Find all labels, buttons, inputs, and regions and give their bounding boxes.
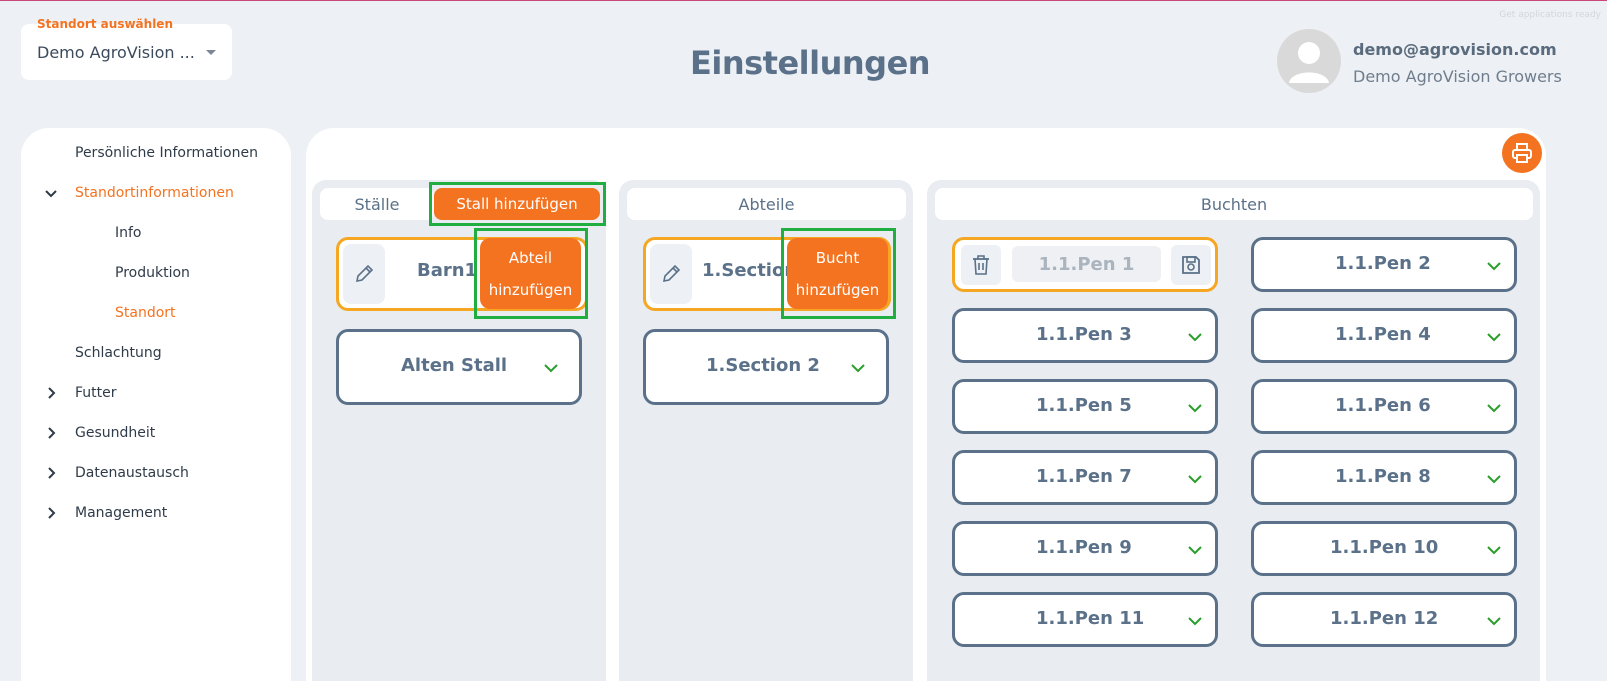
sidebar-item-site-info[interactable]: Standortinformationen xyxy=(75,185,234,201)
pen-card[interactable]: 1.1.Pen 12 xyxy=(1251,592,1517,647)
pen-card[interactable]: 1.1.Pen 6 xyxy=(1251,379,1517,434)
chevron-right-icon[interactable] xyxy=(44,506,58,520)
location-selector-label: Standort auswählen xyxy=(37,17,173,31)
add-section-label-line2: hinzufügen xyxy=(488,280,573,299)
pen-name: 1.1.Pen 6 xyxy=(1335,395,1431,416)
add-section-button[interactable]: Abteil hinzufügen xyxy=(480,238,581,309)
sidebar-item-slaughter[interactable]: Schlachtung xyxy=(75,345,162,361)
chevron-down-icon[interactable] xyxy=(544,363,558,373)
sidebar-item-info[interactable]: Info xyxy=(115,225,142,241)
chevron-down-icon[interactable] xyxy=(1487,474,1501,484)
avatar[interactable] xyxy=(1277,29,1341,93)
sidebar-item-location[interactable]: Standort xyxy=(115,305,176,321)
pen-name-input[interactable]: 1.1.Pen 1 xyxy=(1012,246,1161,282)
user-organization: Demo AgroVision Growers xyxy=(1353,67,1562,86)
add-pen-label-line2: hinzufügen xyxy=(795,280,880,299)
pen-card[interactable]: 1.1.Pen 7 xyxy=(952,450,1218,505)
sidebar-item-production[interactable]: Produktion xyxy=(115,265,190,281)
caret-down-icon[interactable] xyxy=(206,50,216,55)
pen-card-editing[interactable]: 1.1.Pen 1 xyxy=(952,237,1218,292)
chevron-down-icon[interactable] xyxy=(1188,332,1202,342)
chevron-down-icon[interactable] xyxy=(44,187,58,201)
sidebar xyxy=(21,128,291,681)
pen-card[interactable]: 1.1.Pen 5 xyxy=(952,379,1218,434)
save-button[interactable] xyxy=(1171,245,1211,285)
chevron-right-icon[interactable] xyxy=(44,466,58,480)
sidebar-item-health[interactable]: Gesundheit xyxy=(75,425,155,441)
sidebar-item-management[interactable]: Management xyxy=(75,505,167,521)
pen-card[interactable]: 1.1.Pen 9 xyxy=(952,521,1218,576)
barn-name: Alten Stall xyxy=(401,355,508,376)
chevron-down-icon[interactable] xyxy=(1487,616,1501,626)
printer-icon xyxy=(1512,143,1532,163)
chevron-right-icon[interactable] xyxy=(44,386,58,400)
pen-card[interactable]: 1.1.Pen 4 xyxy=(1251,308,1517,363)
pencil-icon xyxy=(355,264,374,283)
chevron-down-icon[interactable] xyxy=(1188,474,1202,484)
add-barn-button[interactable]: Stall hinzufügen xyxy=(434,188,600,220)
sidebar-item-data-exchange[interactable]: Datenaustausch xyxy=(75,465,189,481)
pen-name: 1.1.Pen 7 xyxy=(1036,466,1132,487)
barn-name: Barn1 xyxy=(417,260,478,281)
chevron-down-icon[interactable] xyxy=(1487,545,1501,555)
pen-name: 1.1.Pen 4 xyxy=(1335,324,1431,345)
print-button[interactable] xyxy=(1502,133,1542,173)
section-card[interactable]: 1.Section 2 xyxy=(643,329,889,405)
pen-name: 1.1.Pen 3 xyxy=(1036,324,1132,345)
sections-header: Abteile xyxy=(627,188,906,220)
chevron-down-icon[interactable] xyxy=(1487,332,1501,342)
save-icon xyxy=(1182,256,1200,274)
trash-icon xyxy=(973,255,989,275)
add-pen-label-line1: Bucht xyxy=(815,248,860,267)
add-pen-button[interactable]: Bucht hinzufügen xyxy=(787,238,888,309)
chevron-down-icon[interactable] xyxy=(1487,261,1501,271)
sidebar-item-feed[interactable]: Futter xyxy=(75,385,117,401)
pen-name: 1.1.Pen 12 xyxy=(1330,608,1439,629)
chevron-right-icon[interactable] xyxy=(44,426,58,440)
chevron-down-icon[interactable] xyxy=(1487,403,1501,413)
delete-button[interactable] xyxy=(961,245,1001,285)
pens-header: Buchten xyxy=(935,188,1533,220)
pen-name: 1.1.Pen 9 xyxy=(1036,537,1132,558)
location-selector[interactable]: Standort auswählen Demo AgroVision ... xyxy=(21,17,232,80)
pen-name: 1.1.Pen 5 xyxy=(1036,395,1132,416)
pen-name: 1.1.Pen 10 xyxy=(1330,537,1439,558)
location-selector-value: Demo AgroVision ... xyxy=(37,43,195,62)
page-title: Einstellungen xyxy=(690,44,931,82)
chevron-down-icon[interactable] xyxy=(1188,403,1202,413)
pen-card[interactable]: 1.1.Pen 10 xyxy=(1251,521,1517,576)
section-name: 1.Section xyxy=(702,260,798,281)
pen-name: 1.1.Pen 2 xyxy=(1335,253,1431,274)
sidebar-item-personal-info[interactable]: Persönliche Informationen xyxy=(75,145,258,161)
edit-button[interactable] xyxy=(650,244,692,304)
pen-card[interactable]: 1.1.Pen 11 xyxy=(952,592,1218,647)
pen-card[interactable]: 1.1.Pen 8 xyxy=(1251,450,1517,505)
chevron-down-icon[interactable] xyxy=(1188,616,1202,626)
pen-card[interactable]: 1.1.Pen 2 xyxy=(1251,237,1517,292)
chevron-down-icon[interactable] xyxy=(851,363,865,373)
edit-button[interactable] xyxy=(343,244,385,304)
barns-header: Ställe xyxy=(320,188,434,220)
add-section-label-line1: Abteil xyxy=(508,248,553,267)
chevron-down-icon[interactable] xyxy=(1188,545,1202,555)
watermark-text: Get applications ready xyxy=(1499,10,1601,20)
section-name: 1.Section 2 xyxy=(706,355,820,376)
pen-card[interactable]: 1.1.Pen 3 xyxy=(952,308,1218,363)
user-email: demo@agrovision.com xyxy=(1353,40,1557,59)
pen-name: 1.1.Pen 11 xyxy=(1036,608,1145,629)
pen-name: 1.1.Pen 8 xyxy=(1335,466,1431,487)
top-accent-line xyxy=(0,0,1607,1)
pencil-icon xyxy=(662,264,681,283)
barn-card[interactable]: Alten Stall xyxy=(336,329,582,405)
